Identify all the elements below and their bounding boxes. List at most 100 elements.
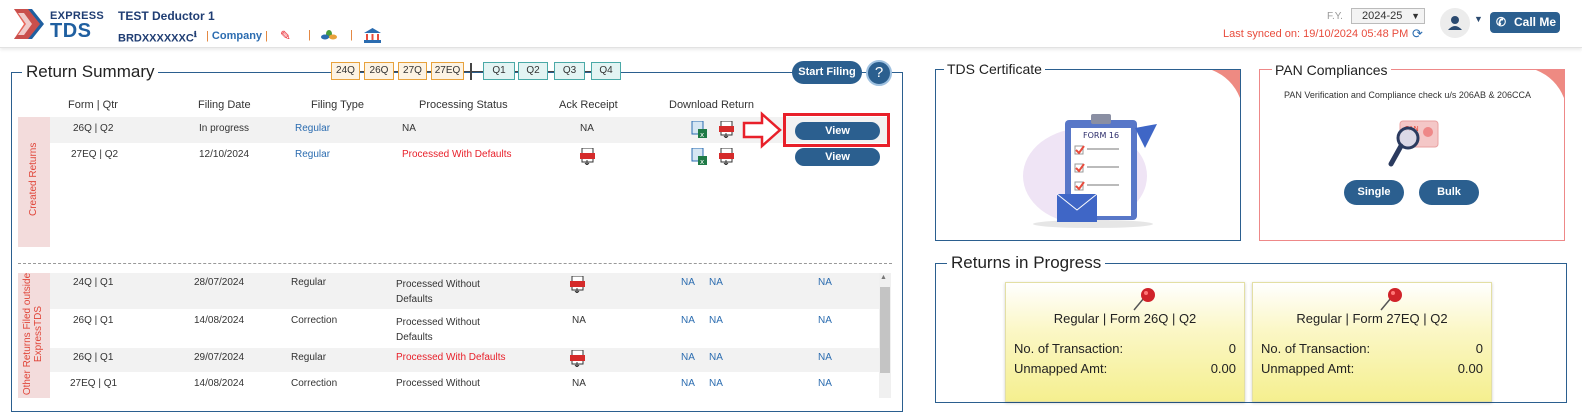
other-row2-ack: NA xyxy=(572,315,586,326)
help-icon[interactable]: ? xyxy=(866,60,892,86)
transaction-label: No. of Transaction: xyxy=(1261,341,1371,356)
single-button[interactable]: Single xyxy=(1344,180,1404,205)
refresh-icon[interactable]: ⟳ xyxy=(1412,26,1423,42)
other-row3-type: Regular xyxy=(291,352,327,363)
unmapped-row: Unmapped Amt: 0.00 xyxy=(1014,361,1236,376)
caret-down-icon[interactable]: ▼ xyxy=(1474,14,1483,24)
other-row3-d2: NA xyxy=(709,352,723,363)
pdf-ack-icon[interactable] xyxy=(570,276,586,293)
col-form-qtr: Form | Qtr xyxy=(68,99,118,111)
row2-date: 12/10/2024 xyxy=(199,149,250,160)
other-row3-d3: NA xyxy=(818,352,832,363)
pdf-ack-icon[interactable] xyxy=(570,350,586,367)
bank-icon[interactable] xyxy=(364,28,381,43)
unmapped-value: 0.00 xyxy=(1210,361,1236,376)
section-divider xyxy=(18,263,892,264)
pdf-download-icon[interactable] xyxy=(719,121,735,138)
other-row3-form: 26Q | Q1 xyxy=(73,352,114,363)
unmapped-label: Unmapped Amt: xyxy=(1014,361,1108,376)
red-arrow-icon xyxy=(742,111,782,149)
chip-27eq[interactable]: 27EQ xyxy=(431,62,464,80)
form16-label: FORM 16 xyxy=(1083,131,1119,140)
row2-form: 27EQ | Q2 xyxy=(71,149,119,160)
bulk-button[interactable]: Bulk xyxy=(1419,180,1479,205)
pan-subtitle: PAN Verification and Compliance check u/… xyxy=(1284,90,1531,100)
pushpin-icon xyxy=(1380,288,1402,311)
other-row4-ack: NA xyxy=(572,378,586,389)
other-row2-form: 26Q | Q1 xyxy=(73,315,114,326)
deductor-tan: BRDXXXXXXCℹ xyxy=(118,30,197,45)
progress-card-title: Regular | Form 27EQ | Q2 xyxy=(1296,311,1448,326)
user-avatar[interactable] xyxy=(1440,8,1470,38)
pdf-ack-icon[interactable] xyxy=(580,148,596,165)
chip-26q[interactable]: 26Q xyxy=(364,62,394,80)
created-returns-label: Created Returns xyxy=(28,142,39,216)
fy-label: F.Y. xyxy=(1327,11,1343,22)
col-filing-type: Filing Type xyxy=(311,99,364,111)
unmapped-value: 0.00 xyxy=(1457,361,1483,376)
view-button[interactable]: View xyxy=(795,122,880,140)
other-row2-type: Correction xyxy=(291,315,338,326)
returns-in-progress-title: Returns in Progress xyxy=(947,253,1106,273)
flower-icon[interactable] xyxy=(321,29,337,43)
transaction-value: 0 xyxy=(1228,341,1236,356)
fy-select[interactable]: 2024-25 ▼ xyxy=(1351,8,1425,24)
corner-fold-icon xyxy=(1536,70,1564,98)
edit-pencil-icon[interactable]: ✎ xyxy=(280,28,291,44)
chip-q3[interactable]: Q3 xyxy=(554,62,585,80)
pan-compliances-title: PAN Compliances xyxy=(1272,62,1391,78)
other-row4-d2: NA xyxy=(709,378,723,389)
other-row2-status: Processed Without Defaults xyxy=(396,317,480,343)
row1-date: In progress xyxy=(199,123,250,134)
excel-download-icon[interactable]: x xyxy=(691,121,707,138)
other-row2-d3: NA xyxy=(818,315,832,326)
chip-q1[interactable]: Q1 xyxy=(483,62,515,80)
express-tds-logo-icon xyxy=(14,9,44,39)
transaction-label: No. of Transaction: xyxy=(1014,341,1124,356)
chip-24q[interactable]: 24Q xyxy=(331,62,360,80)
fy-value: 2024-25 xyxy=(1362,10,1403,22)
other-row1-date: 28/07/2024 xyxy=(194,277,245,288)
excel-download-icon[interactable]: x xyxy=(691,148,707,165)
row2-status: Processed With Defaults xyxy=(402,149,512,160)
row1-ack: NA xyxy=(580,123,594,134)
chip-q2[interactable]: Q2 xyxy=(518,62,548,80)
other-row3-status: Processed With Defaults xyxy=(396,352,506,363)
start-filing-button[interactable]: Start Filing xyxy=(792,61,862,84)
call-me-button[interactable]: ✆ Call Me xyxy=(1490,12,1560,33)
info-icon[interactable]: ℹ xyxy=(194,30,197,39)
other-row1-type: Regular xyxy=(291,277,327,288)
phone-icon: ✆ xyxy=(1496,15,1507,29)
row1-form: 26Q | Q2 xyxy=(73,123,114,134)
chip-divider xyxy=(470,63,472,80)
col-download-return: Download Return xyxy=(669,99,754,111)
company-label: Company xyxy=(211,30,263,42)
row1-type[interactable]: Regular xyxy=(295,123,330,134)
other-row1-d3: NA xyxy=(818,277,832,288)
other-row3-d1: NA xyxy=(681,352,695,363)
progress-card-27eq[interactable]: Regular | Form 27EQ | Q2 No. of Transact… xyxy=(1252,282,1492,402)
pdf-download-icon[interactable] xyxy=(719,148,735,165)
other-row2-date: 14/08/2024 xyxy=(194,315,245,326)
view-button[interactable]: View xyxy=(795,148,880,166)
scroll-up-icon[interactable]: ▲ xyxy=(880,274,887,281)
progress-card-26q[interactable]: Regular | Form 26Q | Q2 No. of Transacti… xyxy=(1005,282,1245,402)
other-row3-date: 29/07/2024 xyxy=(194,352,245,363)
unmapped-label: Unmapped Amt: xyxy=(1261,361,1355,376)
row2-type[interactable]: Regular xyxy=(295,149,330,160)
tan-value: BRDXXXXXXC xyxy=(118,32,194,45)
separator: | xyxy=(350,29,353,41)
other-returns-label: Other Returns Filed outside ExpressTDS xyxy=(22,272,44,396)
deductor-name[interactable]: TEST Deductor 1 xyxy=(118,9,215,23)
scroll-thumb[interactable] xyxy=(880,287,890,373)
other-row4-date: 14/08/2024 xyxy=(194,378,245,389)
other-row1-status: Processed Without Defaults xyxy=(396,279,480,305)
corner-fold-icon xyxy=(1212,70,1240,98)
chip-27q[interactable]: 27Q xyxy=(398,62,427,80)
chip-q4[interactable]: Q4 xyxy=(591,62,621,80)
logo-text-bottom: TDS xyxy=(50,20,92,42)
separator: | xyxy=(206,30,209,42)
return-summary-title: Return Summary xyxy=(22,62,159,82)
call-me-label: Call Me xyxy=(1514,15,1557,29)
company-link[interactable]: | Company | xyxy=(206,30,268,42)
